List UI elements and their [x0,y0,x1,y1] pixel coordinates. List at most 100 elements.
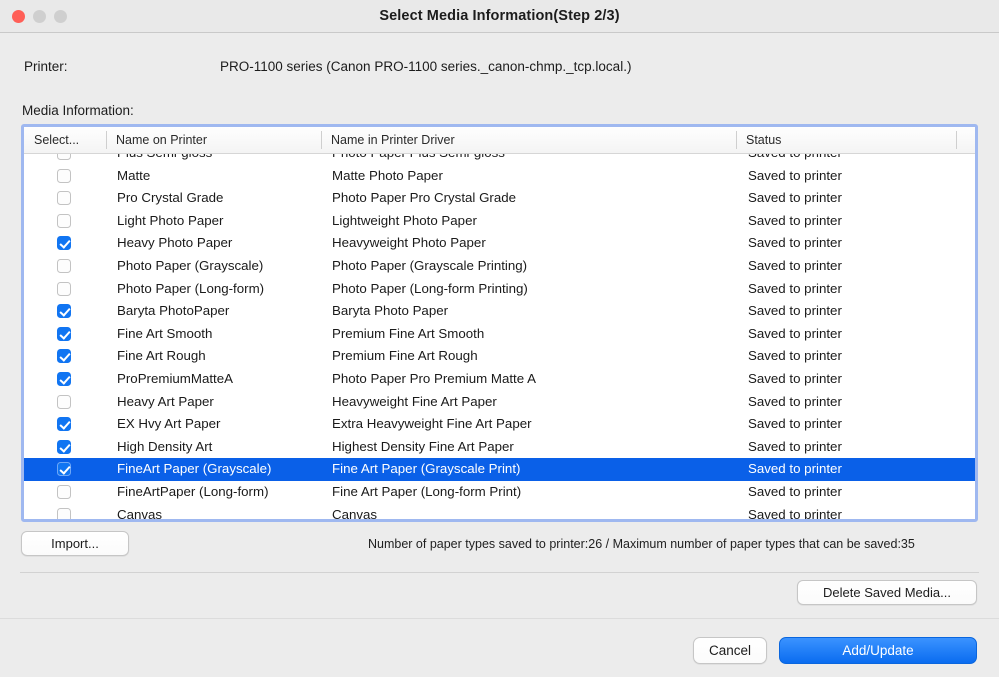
table-row[interactable]: Photo Paper (Grayscale)Photo Paper (Gray… [24,255,975,278]
cell-name-on-printer: Canvas [117,504,329,520]
cell-status: Saved to printer [748,300,958,323]
checkbox-checked-icon[interactable] [57,440,71,454]
row-select-cell[interactable] [24,504,106,520]
table-row[interactable]: Heavy Photo PaperHeavyweight Photo Paper… [24,232,975,255]
cell-name-in-driver: Fine Art Paper (Grayscale Print) [332,458,742,481]
cell-status: Saved to printer [748,345,958,368]
import-button[interactable]: Import... [21,531,129,556]
row-select-cell[interactable] [24,165,106,188]
cell-name-in-driver: Premium Fine Art Rough [332,345,742,368]
table-row[interactable]: Plus Semi-glossPhoto Paper Plus Semi-glo… [24,154,975,165]
row-select-cell[interactable] [24,300,106,323]
printer-value: PRO-1100 series (Canon PRO-1100 series._… [220,59,631,74]
row-select-cell[interactable] [24,436,106,459]
table-row[interactable]: Fine Art RoughPremium Fine Art RoughSave… [24,345,975,368]
checkbox-checked-icon[interactable] [57,349,71,363]
cell-status: Saved to printer [748,278,958,301]
cell-name-in-driver: Photo Paper Plus Semi-gloss [332,154,742,165]
cell-name-on-printer: High Density Art [117,436,329,459]
cell-name-in-driver: Fine Art Paper (Long-form Print) [332,481,742,504]
cell-status: Saved to printer [748,154,958,165]
checkbox-checked-icon[interactable] [57,236,71,250]
row-select-cell[interactable] [24,232,106,255]
row-select-cell[interactable] [24,345,106,368]
checkbox-unchecked-icon[interactable] [57,259,71,273]
media-information-table[interactable]: Select... Name on Printer Name in Printe… [21,124,978,522]
add-update-button[interactable]: Add/Update [779,637,977,664]
table-row[interactable]: Light Photo PaperLightweight Photo Paper… [24,210,975,233]
cell-name-in-driver: Heavyweight Photo Paper [332,232,742,255]
checkbox-unchecked-icon[interactable] [57,485,71,499]
checkbox-checked-icon[interactable] [57,304,71,318]
cell-name-in-driver: Lightweight Photo Paper [332,210,742,233]
checkbox-unchecked-icon[interactable] [57,508,71,520]
window-title: Select Media Information(Step 2/3) [0,0,999,32]
column-header-spacer [956,127,975,153]
checkbox-unchecked-icon[interactable] [57,191,71,205]
cell-status: Saved to printer [748,504,958,520]
footer-divider [0,618,999,619]
cell-name-on-printer: FineArt Paper (Grayscale) [117,458,329,481]
cell-status: Saved to printer [748,165,958,188]
cell-name-in-driver: Matte Photo Paper [332,165,742,188]
table-row[interactable]: Heavy Art PaperHeavyweight Fine Art Pape… [24,391,975,414]
cell-name-on-printer: Plus Semi-gloss [117,154,329,165]
table-row[interactable]: EX Hvy Art PaperExtra Heavyweight Fine A… [24,413,975,436]
table-row[interactable]: ProPremiumMatteAPhoto Paper Pro Premium … [24,368,975,391]
cancel-button[interactable]: Cancel [693,637,767,664]
cell-name-in-driver: Highest Density Fine Art Paper [332,436,742,459]
cell-status: Saved to printer [748,413,958,436]
row-select-cell[interactable] [24,278,106,301]
table-row[interactable]: High Density ArtHighest Density Fine Art… [24,436,975,459]
table-header-row: Select... Name on Printer Name in Printe… [24,127,975,154]
table-row[interactable]: FineArt Paper (Grayscale)Fine Art Paper … [24,458,975,481]
cell-status: Saved to printer [748,232,958,255]
table-row[interactable]: MatteMatte Photo PaperSaved to printer [24,165,975,188]
table-rows-container: Plus Semi-glossPhoto Paper Plus Semi-glo… [24,154,975,519]
cell-name-on-printer: Heavy Photo Paper [117,232,329,255]
cell-name-in-driver: Heavyweight Fine Art Paper [332,391,742,414]
column-header-status[interactable]: Status [736,127,956,153]
table-row[interactable]: Fine Art SmoothPremium Fine Art SmoothSa… [24,323,975,346]
checkbox-checked-icon[interactable] [57,462,71,476]
table-row[interactable]: FineArtPaper (Long-form)Fine Art Paper (… [24,481,975,504]
row-select-cell[interactable] [24,255,106,278]
cell-name-in-driver: Premium Fine Art Smooth [332,323,742,346]
row-select-cell[interactable] [24,210,106,233]
row-select-cell[interactable] [24,154,106,165]
dialog-window: Select Media Information(Step 2/3) Print… [0,0,999,677]
row-select-cell[interactable] [24,368,106,391]
titlebar: Select Media Information(Step 2/3) [0,0,999,33]
table-body[interactable]: Plus Semi-glossPhoto Paper Plus Semi-glo… [24,154,975,519]
column-header-name-in-driver[interactable]: Name in Printer Driver [321,127,736,153]
cell-name-on-printer: Pro Crystal Grade [117,187,329,210]
checkbox-unchecked-icon[interactable] [57,169,71,183]
row-select-cell[interactable] [24,323,106,346]
checkbox-unchecked-icon[interactable] [57,154,71,160]
checkbox-checked-icon[interactable] [57,417,71,431]
column-header-name-on-printer[interactable]: Name on Printer [106,127,321,153]
row-select-cell[interactable] [24,413,106,436]
checkbox-unchecked-icon[interactable] [57,282,71,296]
row-select-cell[interactable] [24,391,106,414]
checkbox-unchecked-icon[interactable] [57,395,71,409]
cell-name-on-printer: EX Hvy Art Paper [117,413,329,436]
checkbox-unchecked-icon[interactable] [57,214,71,228]
checkbox-checked-icon[interactable] [57,327,71,341]
cell-name-in-driver: Canvas [332,504,742,520]
table-row[interactable]: Baryta PhotoPaperBaryta Photo PaperSaved… [24,300,975,323]
row-select-cell[interactable] [24,187,106,210]
checkbox-checked-icon[interactable] [57,372,71,386]
row-select-cell[interactable] [24,458,106,481]
column-header-select[interactable]: Select... [24,127,106,153]
table-row[interactable]: Photo Paper (Long-form)Photo Paper (Long… [24,278,975,301]
cell-status: Saved to printer [748,481,958,504]
cell-name-in-driver: Extra Heavyweight Fine Art Paper [332,413,742,436]
table-row[interactable]: CanvasCanvas Saved to printer [24,504,975,520]
media-information-label: Media Information: [22,103,134,118]
cell-name-in-driver: Photo Paper (Grayscale Printing) [332,255,742,278]
table-row[interactable]: Pro Crystal GradePhoto Paper Pro Crystal… [24,187,975,210]
cell-name-in-driver: Photo Paper Pro Crystal Grade [332,187,742,210]
row-select-cell[interactable] [24,481,106,504]
delete-saved-media-button[interactable]: Delete Saved Media... [797,580,977,605]
